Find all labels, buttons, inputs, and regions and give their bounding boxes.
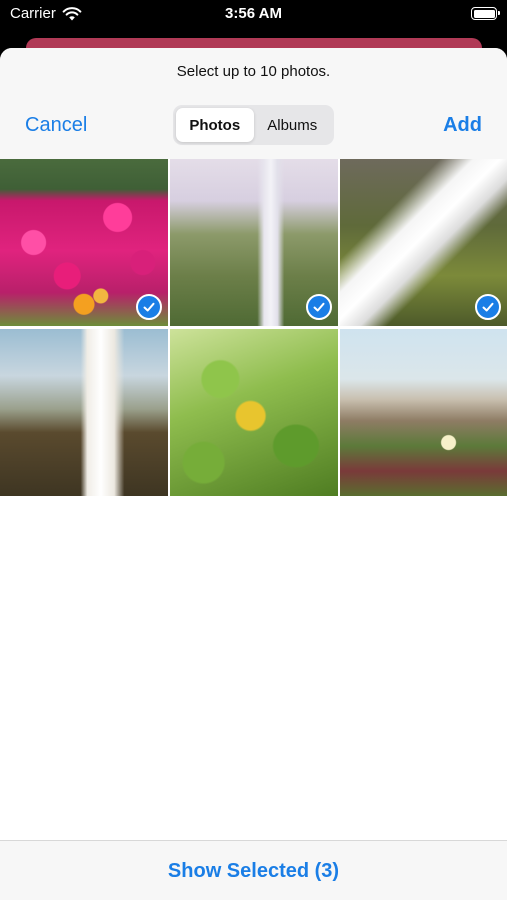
tab-photos[interactable]: Photos — [176, 108, 254, 142]
photo-picker-sheet: Select up to 10 photos. Cancel Photos Al… — [0, 48, 507, 900]
photo-thumbnail-waterfall-mist[interactable] — [170, 159, 338, 326]
tab-albums[interactable]: Albums — [254, 108, 332, 142]
bottom-toolbar: Show Selected (3) — [0, 840, 507, 900]
add-button[interactable]: Add — [443, 114, 482, 137]
photo-thumbnail-leaves[interactable] — [170, 329, 338, 496]
status-bar: Carrier 3:56 AM — [0, 0, 507, 30]
photo-thumbnail-waterfall-cliff[interactable] — [0, 329, 168, 496]
photo-thumbnail-meadow[interactable] — [340, 329, 507, 496]
selection-prompt: Select up to 10 photos. — [176, 63, 331, 80]
checkmark-icon — [136, 294, 162, 320]
photo-image — [170, 329, 338, 496]
show-selected-button[interactable]: Show Selected (3) — [0, 841, 507, 900]
source-segmented-control: Photos Albums — [173, 105, 334, 145]
photo-image — [0, 329, 168, 496]
photo-thumbnail-cascade[interactable] — [340, 159, 507, 326]
screen: Carrier 3:56 AM Select up to 10 photos. … — [0, 0, 507, 900]
battery-icon — [471, 7, 500, 20]
picker-header: Select up to 10 photos. Cancel Photos Al… — [0, 48, 507, 159]
photo-image — [340, 329, 507, 496]
checkmark-icon — [475, 294, 501, 320]
photo-thumbnail-flowers[interactable] — [0, 159, 168, 326]
clock: 3:56 AM — [225, 5, 282, 22]
cancel-button[interactable]: Cancel — [25, 114, 87, 137]
photo-grid — [0, 159, 507, 496]
checkmark-icon — [306, 294, 332, 320]
